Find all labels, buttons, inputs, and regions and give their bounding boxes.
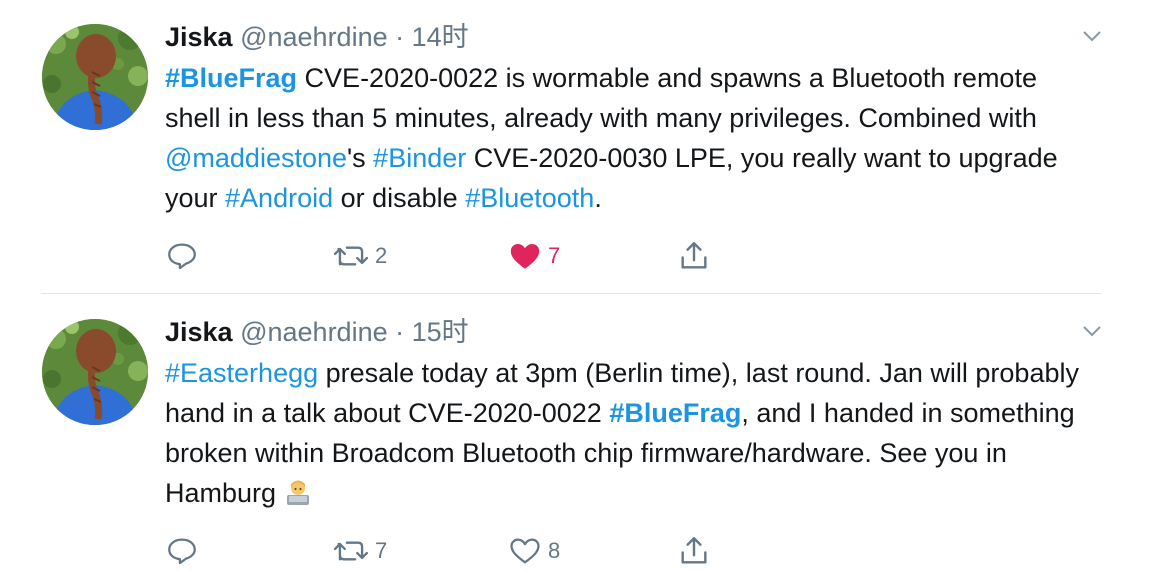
text-segment: or disable	[333, 183, 466, 213]
tweet-text: #Easterhegg presale today at 3pm (Berlin…	[165, 353, 1095, 517]
like-count: 8	[548, 538, 561, 563]
hashtag-link[interactable]: #Easterhegg	[165, 358, 318, 388]
hashtag-link[interactable]: #BlueFrag	[609, 398, 741, 428]
timestamp[interactable]: 15时	[412, 317, 469, 347]
chevron-down-icon[interactable]	[1080, 319, 1104, 343]
like-button[interactable]: 7	[508, 236, 560, 276]
author-name[interactable]: Jiska	[165, 22, 233, 52]
share-button[interactable]	[677, 236, 711, 276]
chevron-down-icon[interactable]	[1080, 24, 1104, 48]
tweet[interactable]: Jiska @naehrdine · 14时 #BlueFrag CVE-202…	[0, 0, 1158, 294]
heart-outline-icon	[510, 538, 540, 564]
technologist-emoji	[284, 477, 312, 517]
like-button[interactable]: 8	[508, 531, 560, 571]
retweet-count: 2	[375, 243, 388, 268]
hashtag-link[interactable]: #BlueFrag	[165, 63, 297, 93]
retweet-count: 7	[375, 538, 388, 563]
separator-dot: ·	[395, 22, 405, 52]
retweet-icon	[333, 541, 369, 561]
text-segment: 's	[347, 143, 374, 173]
author-name[interactable]: Jiska	[165, 317, 233, 347]
tweet-divider	[41, 293, 1101, 294]
share-icon	[681, 537, 707, 564]
avatar[interactable]	[42, 24, 148, 130]
reply-icon	[168, 243, 196, 270]
hashtag-link[interactable]: #Android	[225, 183, 333, 213]
share-button[interactable]	[677, 531, 711, 571]
like-count: 7	[548, 243, 561, 268]
reply-button[interactable]	[165, 236, 199, 276]
heart-filled-icon	[510, 243, 540, 269]
tweet-header: Jiska @naehrdine · 14时	[165, 20, 469, 54]
retweet-button[interactable]: 7	[333, 531, 387, 571]
tweet[interactable]: Jiska @naehrdine · 15时 #Easterhegg presa…	[0, 295, 1158, 572]
reply-button[interactable]	[165, 531, 199, 571]
reply-icon	[168, 538, 196, 565]
hashtag-link[interactable]: #Binder	[373, 143, 466, 173]
share-icon	[681, 242, 707, 269]
separator-dot: ·	[395, 317, 405, 347]
timestamp[interactable]: 14时	[412, 22, 469, 52]
retweet-icon	[333, 246, 369, 266]
tweet-header: Jiska @naehrdine · 15时	[165, 315, 469, 349]
mention-link[interactable]: @maddiestone	[165, 143, 347, 173]
avatar[interactable]	[42, 319, 148, 425]
tweet-text: #BlueFrag CVE-2020-0022 is wormable and …	[165, 58, 1095, 218]
author-handle[interactable]: @naehrdine	[240, 317, 388, 347]
hashtag-link[interactable]: #Bluetooth	[465, 183, 594, 213]
author-handle[interactable]: @naehrdine	[240, 22, 388, 52]
text-segment: .	[594, 183, 602, 213]
retweet-button[interactable]: 2	[333, 236, 387, 276]
